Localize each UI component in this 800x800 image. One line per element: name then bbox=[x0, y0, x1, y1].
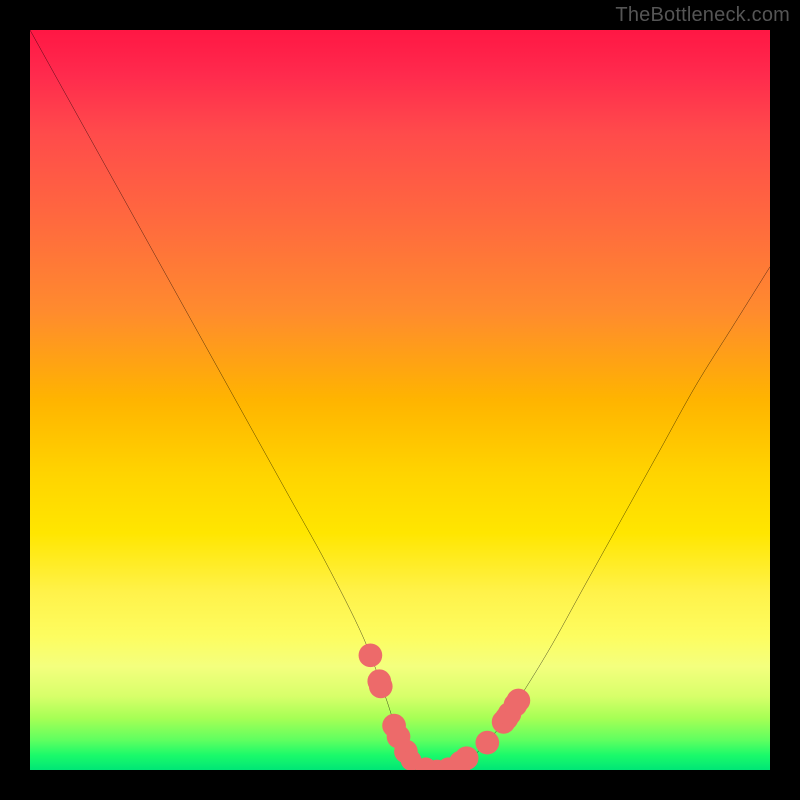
curve-marker bbox=[475, 731, 499, 755]
curve-line bbox=[30, 30, 770, 770]
curve-markers bbox=[359, 643, 531, 770]
curve-marker bbox=[455, 746, 479, 770]
curve-marker bbox=[369, 675, 393, 699]
curve-marker bbox=[359, 643, 383, 667]
chart-stage: TheBottleneck.com bbox=[0, 0, 800, 800]
watermark-label: TheBottleneck.com bbox=[615, 4, 790, 27]
curve-marker bbox=[507, 689, 531, 713]
chart-svg bbox=[30, 30, 770, 770]
plot-area bbox=[30, 30, 770, 770]
